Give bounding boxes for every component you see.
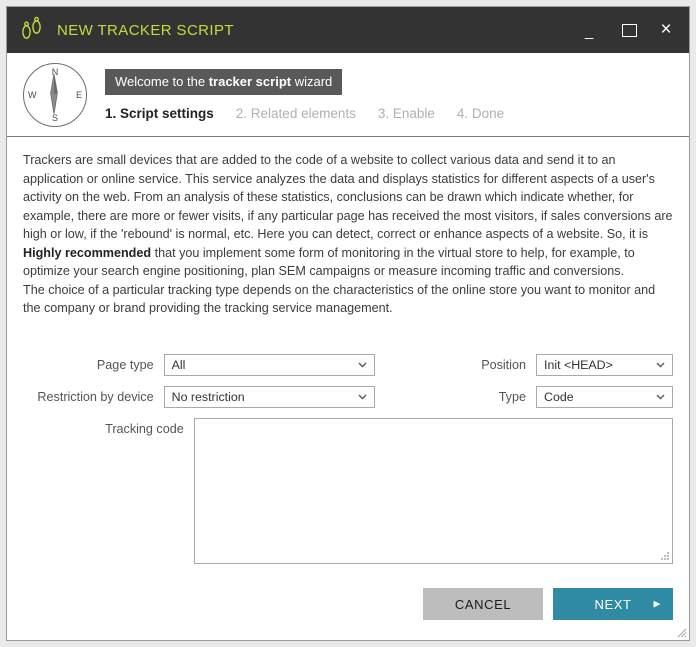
chevron-down-icon: [656, 362, 665, 367]
step-done[interactable]: 4. Done: [457, 106, 504, 121]
footer-actions: CANCEL NEXT ▶: [423, 588, 673, 620]
welcome-prefix: Welcome to the: [115, 73, 209, 89]
arrow-right-icon: ▶: [653, 598, 661, 609]
welcome-bold: tracker script: [208, 73, 292, 89]
compass-south-label: S: [51, 112, 59, 123]
maximize-icon: [621, 23, 637, 37]
welcome-suffix: wizard: [291, 73, 333, 89]
minimize-button[interactable]: _: [569, 7, 609, 53]
intro-paragraph-1: Trackers are small devices that are adde…: [23, 151, 673, 281]
window-controls: _ ×: [569, 7, 689, 53]
page-type-label: Page type: [96, 357, 154, 372]
next-button-label: NEXT: [594, 596, 632, 612]
form-col-restriction: Restriction by device No restriction: [23, 385, 375, 408]
wizard-header-right: Welcome to the tracker script wizard 1. …: [105, 68, 504, 121]
window-resize-grip-icon[interactable]: [677, 628, 687, 638]
type-label: Type: [498, 389, 526, 404]
tracking-code-label: Tracking code: [105, 421, 184, 436]
compass-icon: N E S W: [23, 62, 87, 127]
wizard-body: Trackers are small devices that are adde…: [7, 137, 689, 640]
form-col-position: Position Init <HEAD>: [375, 353, 673, 376]
minimize-icon: _: [584, 23, 594, 40]
intro-paragraph-2: The choice of a particular tracking type…: [23, 282, 656, 316]
form-row-restriction: Restriction by device No restriction Typ…: [23, 385, 673, 408]
form-col-type: Type Code: [375, 385, 673, 408]
step-script-settings[interactable]: 1. Script settings: [105, 106, 214, 121]
position-value: Init <HEAD>: [544, 357, 613, 372]
welcome-badge: Welcome to the tracker script wizard: [105, 68, 343, 95]
position-select[interactable]: Init <HEAD>: [536, 353, 673, 376]
next-button[interactable]: NEXT ▶: [553, 588, 673, 620]
form-col-page-type: Page type All: [23, 353, 375, 376]
compass-east-label: E: [75, 89, 82, 100]
form-row-page-type: Page type All Position Init <HEAD>: [23, 353, 673, 376]
wizard-window: NEW TRACKER SCRIPT _ × N E S W Welcome t…: [6, 6, 690, 641]
wizard-header: N E S W Welcome to the tracker script wi…: [7, 53, 689, 137]
page-type-value: All: [171, 357, 186, 372]
chevron-down-icon: [358, 362, 367, 367]
resize-grip-icon[interactable]: [661, 551, 670, 561]
settings-form: Page type All Position Init <HEAD> Restr…: [23, 353, 673, 564]
chevron-down-icon: [656, 394, 665, 399]
intro-text: Trackers are small devices that are adde…: [23, 151, 673, 318]
restriction-select[interactable]: No restriction: [163, 385, 375, 408]
position-label: Position: [481, 357, 526, 372]
type-value: Code: [544, 389, 574, 404]
step-enable[interactable]: 3. Enable: [378, 106, 435, 121]
compass-west-label: W: [28, 89, 37, 100]
window-title: NEW TRACKER SCRIPT: [57, 21, 234, 39]
restriction-value: No restriction: [171, 389, 245, 404]
form-row-tracking-code: Tracking code: [23, 417, 673, 564]
step-related-elements[interactable]: 2. Related elements: [236, 106, 356, 121]
restriction-label: Restriction by device: [37, 389, 154, 404]
intro-p1-part-a: Trackers are small devices that are adde…: [23, 153, 673, 241]
intro-highlight: Highly recommended: [23, 245, 152, 260]
wizard-steps: 1. Script settings 2. Related elements 3…: [105, 106, 504, 121]
titlebar: NEW TRACKER SCRIPT _ ×: [7, 7, 689, 53]
maximize-button[interactable]: [609, 7, 649, 53]
close-icon: ×: [660, 19, 672, 40]
type-select[interactable]: Code: [536, 385, 673, 408]
footprints-icon: [19, 16, 45, 44]
cancel-button[interactable]: CANCEL: [423, 588, 543, 620]
close-button[interactable]: ×: [649, 7, 689, 53]
chevron-down-icon: [358, 394, 367, 399]
tracking-code-textarea[interactable]: [193, 417, 673, 564]
page-type-select[interactable]: All: [163, 353, 375, 376]
compass-north-label: N: [51, 66, 59, 77]
